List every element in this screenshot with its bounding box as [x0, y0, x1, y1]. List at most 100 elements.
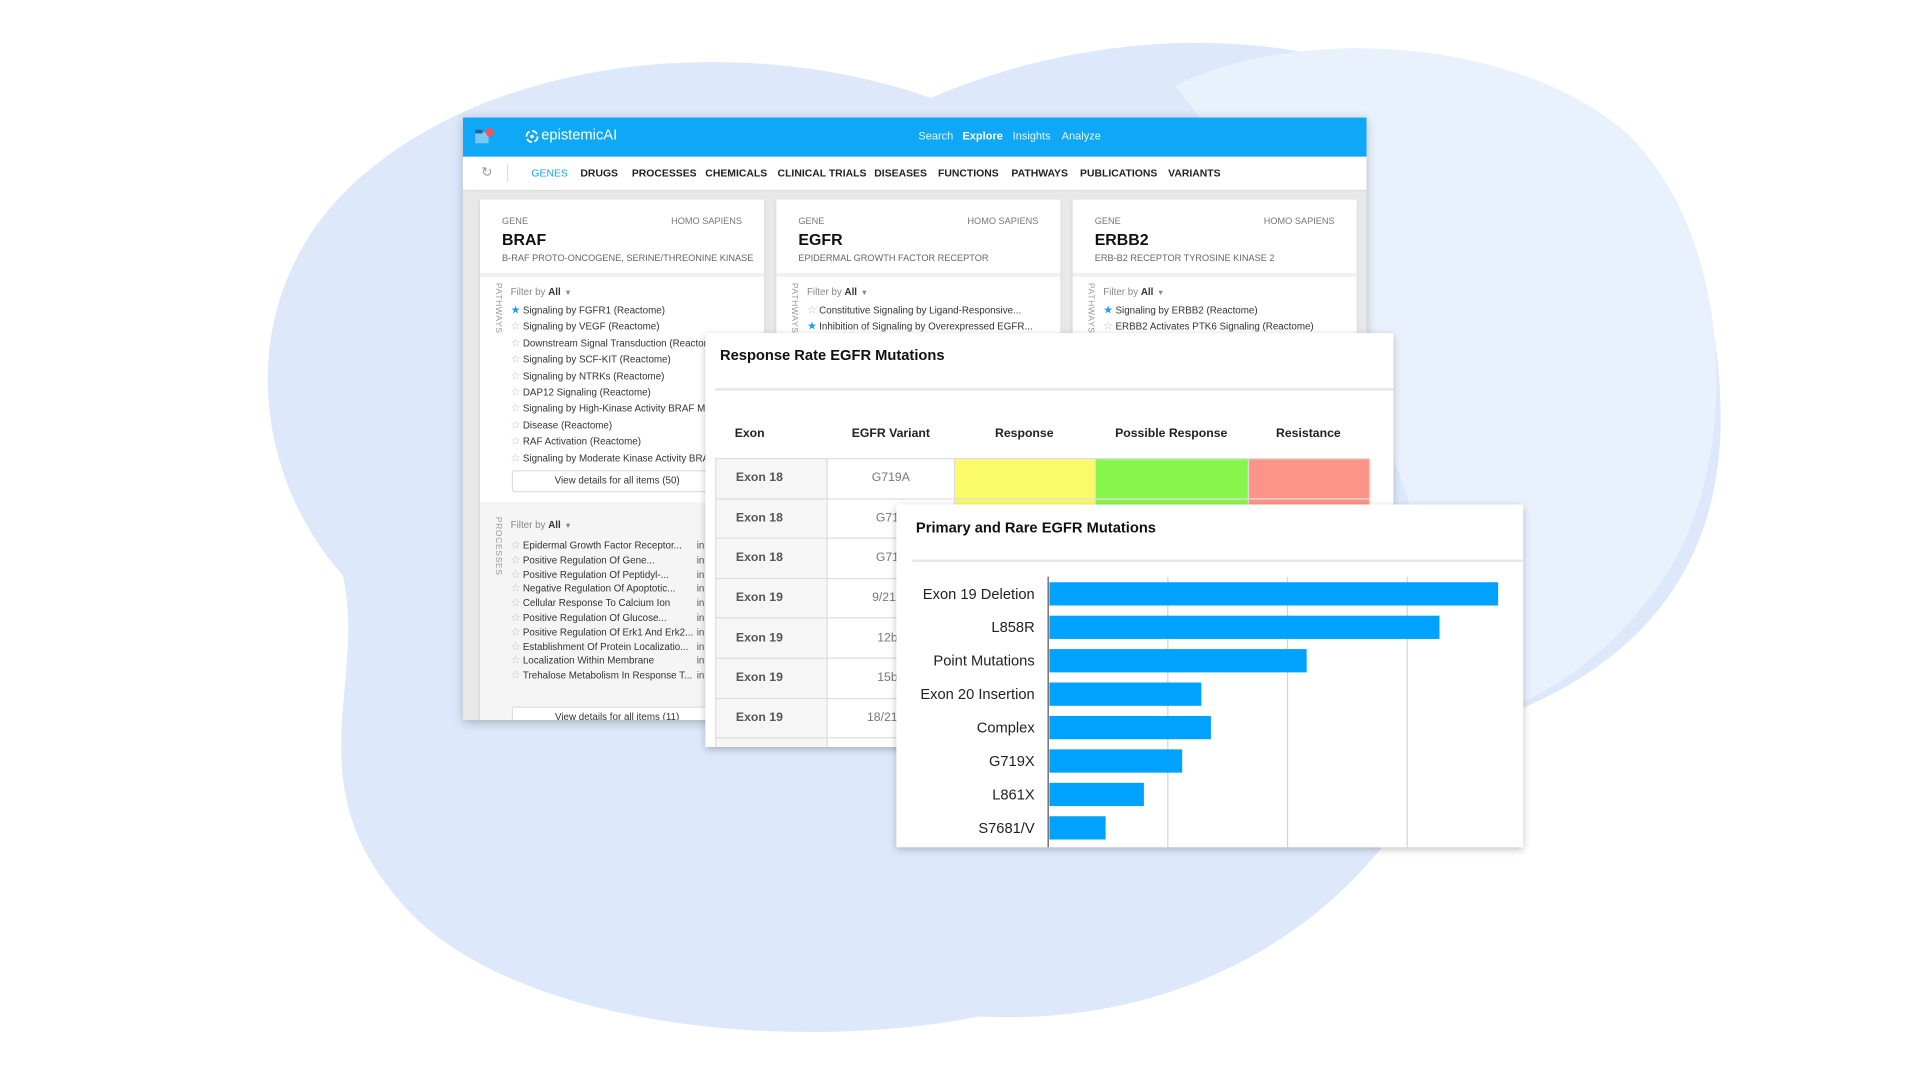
star-filled-icon[interactable]: ★ — [1103, 302, 1115, 318]
star-outline-icon[interactable]: ☆ — [511, 434, 523, 450]
exon-cell: Exon 19 — [715, 617, 828, 659]
entity-type: GENE — [798, 215, 825, 227]
bar-chart: Exon 19 Deletion L858R Point Mutations Exon… — [920, 576, 1499, 848]
chevron-down-icon: ▼ — [860, 290, 869, 298]
pathway-item[interactable]: ☆ Signaling by SCF-KIT (Reactome) — [511, 352, 671, 368]
tab-pathways[interactable]: PATHWAYS — [1011, 167, 1067, 179]
star-outline-icon[interactable]: ☆ — [511, 401, 523, 417]
star-outline-icon[interactable]: ☆ — [807, 302, 819, 318]
bar[interactable] — [1049, 749, 1183, 773]
star-outline-icon[interactable]: ☆ — [511, 335, 523, 351]
star-outline-icon[interactable]: ☆ — [511, 417, 523, 433]
star-outline-icon[interactable]: ☆ — [511, 450, 523, 466]
filter-prefix: Filter by — [1103, 286, 1139, 298]
category-tabs: ↻ GENES DRUGS PROCESSES CHEMICALS CLINIC… — [462, 156, 1367, 192]
possible-response-cell — [1094, 457, 1249, 500]
pathway-item[interactable]: ☆ Disease (Reactome) — [511, 417, 613, 433]
pathways-section-label: PATHWAYS — [789, 282, 799, 334]
pathway-item[interactable]: ☆ Signaling by High-Kinase Activity BRAF … — [511, 401, 711, 417]
bar[interactable] — [1049, 816, 1106, 840]
gene-name[interactable]: BRAF — [502, 230, 546, 248]
refresh-icon[interactable]: ↻ — [481, 164, 492, 180]
response-cell — [953, 457, 1096, 500]
pathway-item[interactable]: ☆ DAP12 Signaling (Reactome) — [511, 384, 651, 400]
view-all-pathways-button[interactable]: View details for all items (50) — [511, 470, 723, 493]
species: HOMO SAPIENS — [1263, 215, 1335, 227]
star-filled-icon[interactable]: ★ — [511, 302, 523, 318]
pathway-label: RAF Activation (Reactome) — [522, 436, 642, 448]
filter-value: All — [548, 286, 561, 298]
pathway-label: Disease (Reactome) — [522, 419, 613, 431]
gene-description: ERB-B2 RECEPTOR TYROSINE KINASE 2 — [1094, 252, 1275, 264]
pathway-label: Signaling by NTRKs (Reactome) — [522, 370, 665, 382]
column-header-variant: EGFR Variant — [851, 427, 930, 441]
divider — [715, 388, 1394, 391]
processes-section-label: PROCESSES — [493, 516, 503, 576]
tab-drugs[interactable]: DRUGS — [580, 167, 618, 179]
gene-name[interactable]: EGFR — [798, 230, 842, 248]
category-label: Exon 20 Insertion — [920, 687, 1034, 703]
nav-analyze[interactable]: Analyze — [1062, 130, 1101, 142]
star-outline-icon[interactable]: ☆ — [511, 668, 523, 684]
bar[interactable] — [1049, 782, 1144, 807]
tab-publications[interactable]: PUBLICATIONS — [1080, 167, 1157, 179]
card-header: GENE HOMO SAPIENS BRAF B-RAF PROTO-ONCOGENE… — [480, 200, 765, 277]
tab-chemicals[interactable]: CHEMICALS — [705, 167, 767, 179]
filter-dropdown[interactable]: Filter by All ▼ — [1103, 287, 1164, 298]
process-label: Positive Regulation Of Peptidyl-... — [522, 568, 669, 580]
pathway-item[interactable]: ☆ Signaling by Moderate Kinase Activity B… — [511, 450, 709, 466]
chevron-down-icon: ▼ — [1157, 290, 1165, 298]
column-header-possible-response: Possible Response — [1115, 427, 1228, 441]
bar[interactable] — [1049, 715, 1211, 740]
tab-functions[interactable]: FUNCTIONS — [938, 167, 999, 179]
star-outline-icon[interactable]: ☆ — [511, 368, 523, 384]
nav-insights[interactable]: Insights — [1013, 130, 1051, 142]
filter-dropdown[interactable]: Filter by All ▼ — [511, 287, 572, 298]
app-menu-icon[interactable] — [475, 127, 495, 144]
exon-cell: Exon 19 — [715, 697, 828, 739]
tab-clinical-trials[interactable]: CLINICAL TRIALS — [778, 167, 867, 179]
process-label: Positive Regulation Of Erk1 And Erk2... — [522, 626, 694, 638]
variant-cell: G719A — [826, 457, 956, 500]
star-outline-icon[interactable]: ☆ — [511, 384, 523, 400]
pathway-item[interactable]: ☆ Signaling by VEGF (Reactome) — [511, 319, 660, 335]
pathway-item[interactable]: ★ Signaling by ERBB2 (Reactome) — [1103, 302, 1257, 318]
exon-cell: Exon 18 — [715, 497, 828, 539]
brand-logo[interactable]: epistemicAI — [541, 126, 617, 143]
bar[interactable] — [1049, 582, 1499, 606]
nav-explore[interactable]: Explore — [962, 130, 1002, 142]
view-all-processes-button[interactable]: View details for all items (11) — [511, 706, 723, 721]
column-header-response: Response — [995, 427, 1054, 441]
species: HOMO SAPIENS — [671, 215, 743, 227]
category-label: Complex — [977, 720, 1036, 736]
pathway-item[interactable]: ☆ Downstream Signal Transduction (Reactom… — [511, 335, 721, 351]
exon-cell: Exon 19 — [715, 657, 828, 699]
bar[interactable] — [1049, 682, 1202, 706]
tab-genes[interactable]: GENES — [531, 167, 567, 179]
exon-cell — [715, 737, 828, 747]
pathway-item[interactable]: ☆ Signaling by NTRKs (Reactome) — [511, 368, 665, 384]
entity-type: GENE — [502, 215, 529, 227]
chevron-down-icon: ▼ — [564, 290, 572, 298]
pathway-label: DAP12 Signaling (Reactome) — [522, 386, 651, 398]
bar[interactable] — [1049, 615, 1440, 639]
pathway-item[interactable]: ★ Signaling by FGFR1 (Reactome) — [511, 302, 665, 318]
process-label: Positive Regulation Of Gene... — [522, 554, 655, 566]
bar[interactable] — [1049, 649, 1307, 673]
pathway-item[interactable]: ☆ RAF Activation (Reactome) — [511, 434, 641, 450]
star-outline-icon[interactable]: ☆ — [511, 352, 523, 368]
star-outline-icon[interactable]: ☆ — [511, 319, 523, 335]
tab-diseases[interactable]: DISEASES — [874, 167, 927, 179]
nav-search[interactable]: Search — [918, 130, 953, 142]
pathway-item[interactable]: ☆ Constitutive Signaling by Ligand-Respon… — [807, 302, 1021, 318]
tab-variants[interactable]: VARIANTS — [1168, 167, 1220, 179]
pathway-label: Signaling by ERBB2 (Reactome) — [1115, 304, 1258, 316]
category-label: L858R — [991, 620, 1034, 636]
mutations-chart-panel: Primary and Rare EGFR Mutations Exon 19 … — [896, 504, 1524, 848]
card-header: GENE HOMO SAPIENS EGFR EPIDERMAL GROWTH FAC… — [776, 200, 1061, 277]
filter-dropdown[interactable]: Filter by All ▼ — [807, 287, 868, 298]
filter-dropdown[interactable]: Filter by All ▼ — [511, 519, 572, 530]
process-label: Cellular Response To Calcium Ion — [522, 597, 671, 609]
tab-processes[interactable]: PROCESSES — [632, 167, 697, 179]
gene-name[interactable]: ERBB2 — [1095, 230, 1149, 248]
